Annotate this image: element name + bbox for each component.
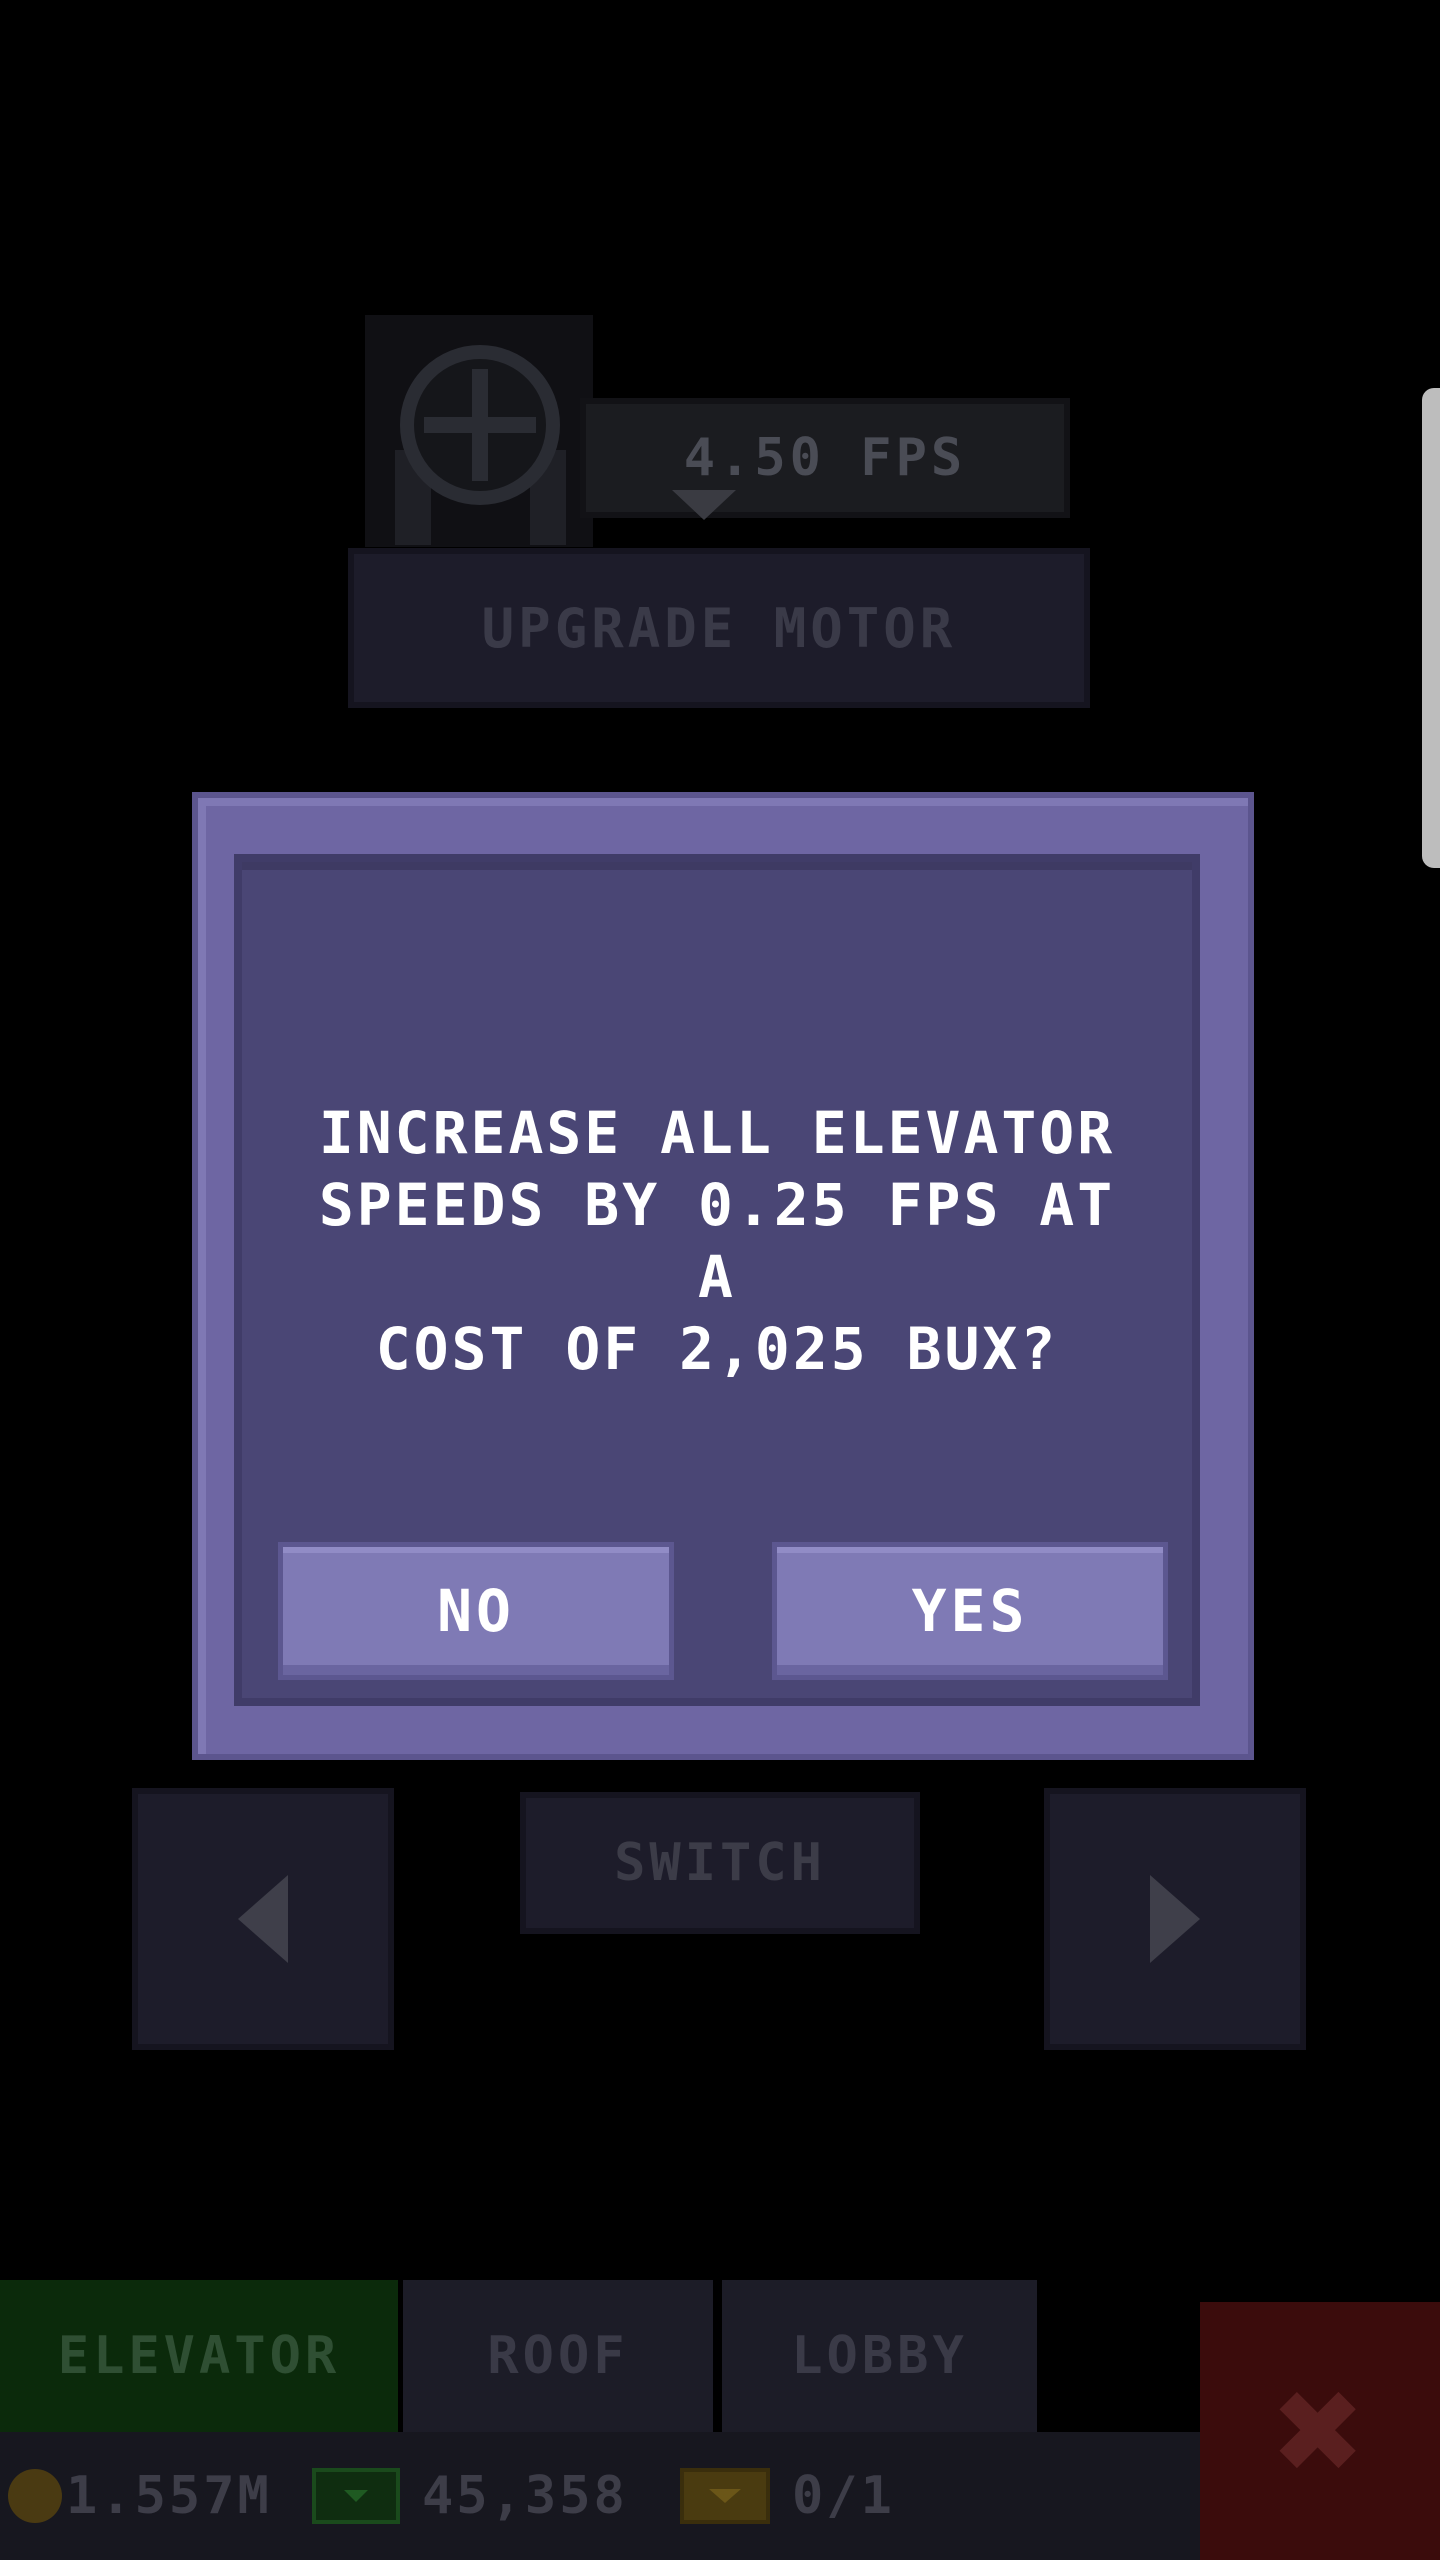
bux-balance: 45,358 xyxy=(312,2432,628,2560)
dialog-message: INCREASE ALL ELEVATOR SPEEDS BY 0.25 FPS… xyxy=(318,1099,1116,1383)
arrow-left-icon xyxy=(238,1875,288,1963)
motor-speed-display: 4.50 FPS xyxy=(580,398,1070,518)
tab-elevator[interactable]: ELEVATOR xyxy=(0,2280,398,2432)
tab-lobby[interactable]: LOBBY xyxy=(722,2280,1037,2432)
close-x-icon: ✖ xyxy=(1274,2344,1366,2518)
ticket-icon xyxy=(680,2468,770,2524)
motor-wheel-icon xyxy=(400,345,560,505)
ticket-balance: 0/1 xyxy=(680,2432,895,2560)
bux-amount: 45,358 xyxy=(422,2466,628,2526)
coin-amount: 1.557M xyxy=(66,2466,272,2526)
coin-balance: 1.557M xyxy=(8,2432,272,2560)
tab-roof[interactable]: ROOF xyxy=(403,2280,713,2432)
previous-elevator-button[interactable] xyxy=(132,1788,394,2050)
switch-button[interactable]: SWITCH xyxy=(520,1792,920,1934)
next-elevator-button[interactable] xyxy=(1044,1788,1306,2050)
close-button[interactable]: ✖ xyxy=(1200,2302,1440,2560)
coin-icon xyxy=(8,2469,62,2523)
side-drawer-handle[interactable] xyxy=(1422,388,1440,868)
arrow-right-icon xyxy=(1150,1875,1200,1963)
bux-cash-icon xyxy=(312,2468,400,2524)
yes-button[interactable]: YES xyxy=(772,1542,1168,1680)
upgrade-motor-button[interactable]: UPGRADE MOTOR xyxy=(348,548,1090,708)
caret-down-icon xyxy=(672,490,736,520)
upgrade-confirm-dialog: INCREASE ALL ELEVATOR SPEEDS BY 0.25 FPS… xyxy=(192,792,1254,1760)
dialog-panel: INCREASE ALL ELEVATOR SPEEDS BY 0.25 FPS… xyxy=(234,854,1200,1706)
no-button[interactable]: NO xyxy=(278,1542,674,1680)
ticket-count: 0/1 xyxy=(792,2466,895,2526)
